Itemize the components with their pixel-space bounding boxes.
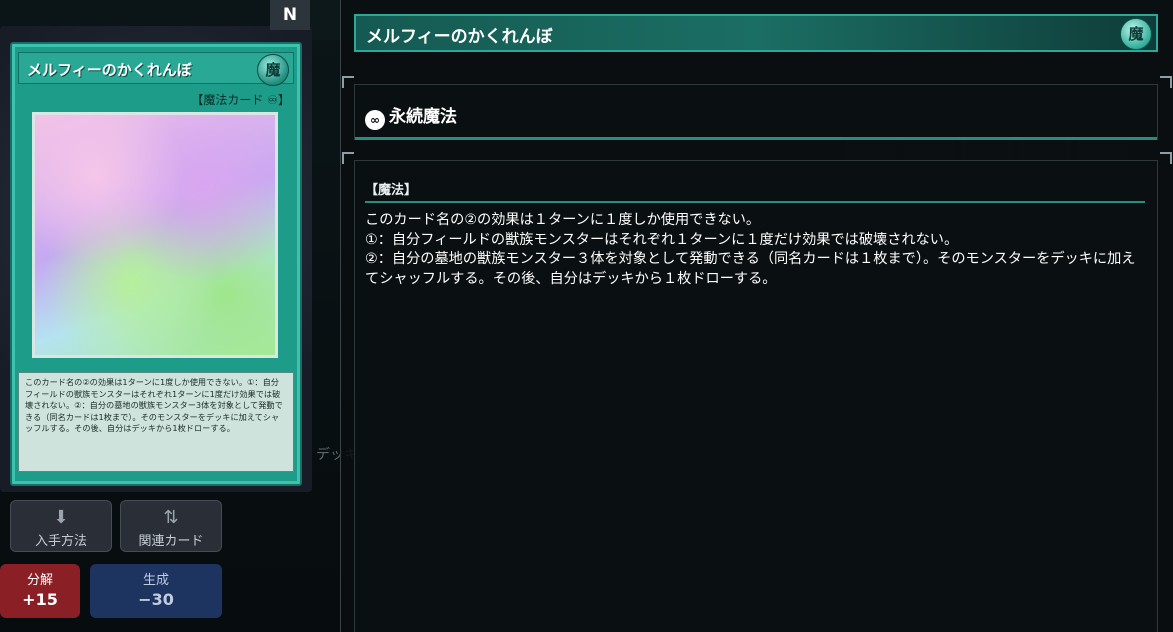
link-icon: ⇅ xyxy=(163,507,179,528)
card-name-bar: メルフィーのかくれんぼ 魔 xyxy=(18,52,294,86)
detail-card-name: メルフィーのかくれんぼ xyxy=(366,27,553,47)
corner-bracket xyxy=(342,76,354,88)
download-icon: ⬇ xyxy=(53,507,69,528)
generate-cost: −30 xyxy=(138,590,174,609)
dismantle-cost: +15 xyxy=(22,590,58,609)
generate-button[interactable]: 生成 −30 xyxy=(90,564,222,618)
spell-attribute-icon: 魔 xyxy=(257,54,289,86)
detail-title-bar: メルフィーのかくれんぼ 魔 xyxy=(354,14,1158,52)
corner-bracket xyxy=(342,152,354,164)
acquire-method-button[interactable]: ⬇ 入手方法 xyxy=(10,500,112,552)
effect-line: ①：自分フィールドの獣族モンスターはそれぞれ１ターンに１度だけ効果では破壊されな… xyxy=(365,231,959,248)
effect-line: ②：自分の墓地の獣族モンスター３体を対象として発動できる（同名カードは１枚まで）… xyxy=(365,251,1136,287)
corner-bracket xyxy=(1160,76,1172,88)
spell-type-section: ∞ 永続魔法 xyxy=(354,84,1158,140)
related-cards-button[interactable]: ⇅ 関連カード xyxy=(120,500,222,552)
effect-line: このカード名の②の効果は１ターンに１度しか使用できない。 xyxy=(365,212,761,228)
dismantle-button[interactable]: 分解 +15 xyxy=(0,564,80,618)
acquire-method-label: 入手方法 xyxy=(34,534,87,549)
generate-label: 生成 xyxy=(142,573,169,588)
continuous-spell-icon: ∞ xyxy=(365,110,385,130)
spell-attribute-icon: 魔 xyxy=(1120,18,1152,50)
card-description: このカード名の②の効果は1ターンに1度しか使用できない。①：自分フィールドの獣族… xyxy=(18,372,294,472)
rarity-badge: N xyxy=(270,0,310,30)
effect-text: このカード名の②の効果は１ターンに１度しか使用できない。 ①：自分フィールドの獣… xyxy=(365,211,1147,289)
card-name: メルフィーのかくれんぼ xyxy=(27,61,192,79)
effect-section: 【魔法】 このカード名の②の効果は１ターンに１度しか使用できない。 ①：自分フィ… xyxy=(354,160,1158,632)
effect-header: 【魔法】 xyxy=(365,179,1145,203)
section-divider xyxy=(355,137,1157,140)
dismantle-label: 分解 xyxy=(26,573,53,588)
card-preview[interactable]: メルフィーのかくれんぼ 魔 【魔法カード ♾】 このカード名の②の効果は1ターン… xyxy=(10,42,302,486)
card-artwork xyxy=(32,112,278,358)
related-cards-label: 関連カード xyxy=(138,534,204,549)
spell-type-text: 永続魔法 xyxy=(389,107,457,127)
spell-type-label: ∞ 永続魔法 xyxy=(365,102,457,130)
card-type-line: 【魔法カード ♾】 xyxy=(191,93,290,107)
corner-bracket xyxy=(1160,152,1172,164)
